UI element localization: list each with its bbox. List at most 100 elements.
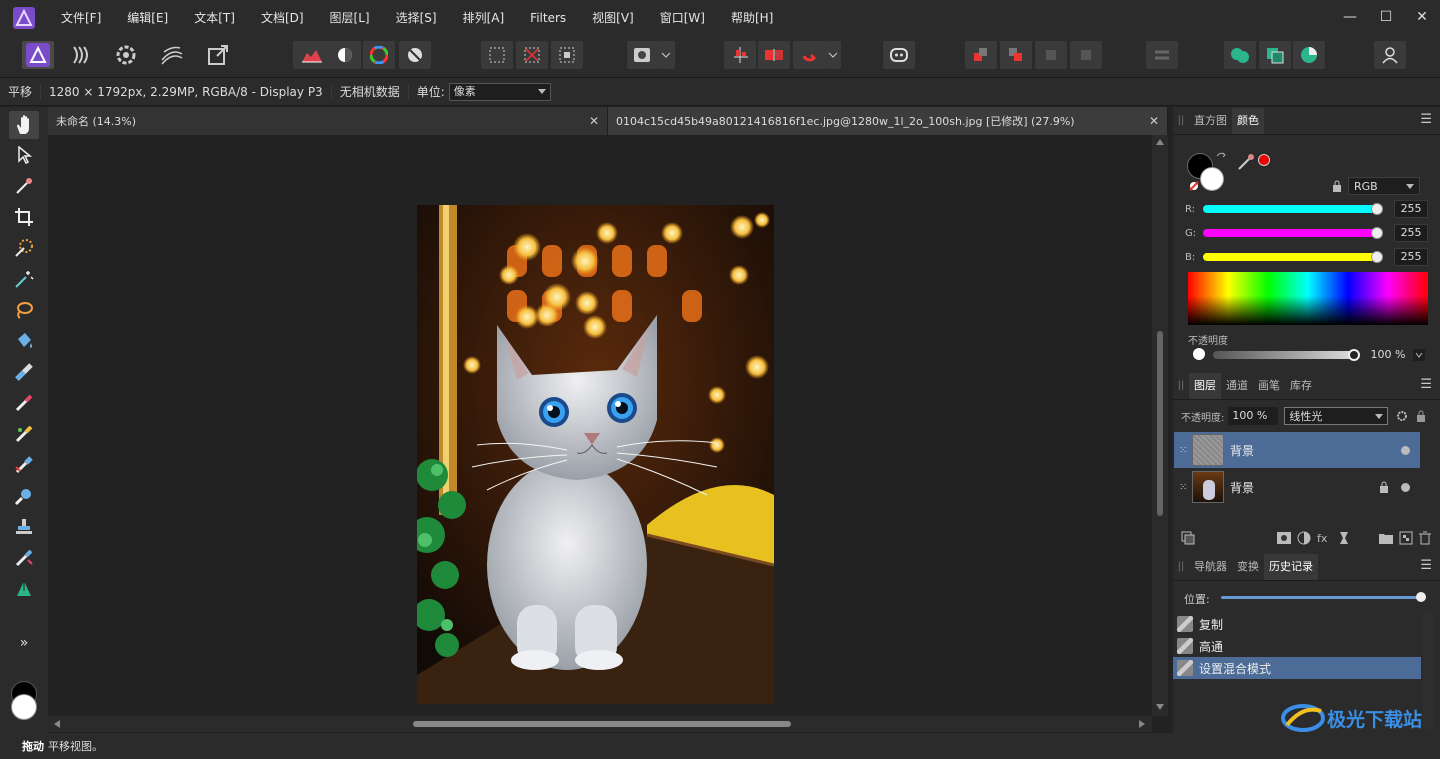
tab-channels[interactable]: 通道 <box>1221 373 1253 399</box>
auto-colors-icon[interactable] <box>363 41 395 69</box>
force-pixel-alignment-icon[interactable] <box>758 41 790 69</box>
deselect-icon[interactable] <box>516 41 548 69</box>
develop-persona-icon[interactable] <box>110 41 142 69</box>
blue-slider-knob[interactable] <box>1371 251 1384 263</box>
tab-brushes[interactable]: 画笔 <box>1253 373 1285 399</box>
opacity-slider-knob[interactable] <box>1348 349 1360 361</box>
auto-white-balance-icon[interactable] <box>399 41 431 69</box>
layer-visibility-toggle[interactable]: ⁙ <box>1179 482 1187 493</box>
vertical-scrollbar[interactable] <box>1152 135 1168 716</box>
add-mask-icon[interactable] <box>1277 532 1291 544</box>
freehand-selection-tool-icon[interactable] <box>9 296 39 324</box>
flood-select-tool-icon[interactable] <box>9 265 39 293</box>
zoom-tool-icon[interactable] <box>9 482 39 510</box>
document-image[interactable] <box>417 205 774 704</box>
layer-copy-icon[interactable] <box>1181 531 1195 545</box>
layer-opacity-value[interactable]: 100 % <box>1228 407 1279 425</box>
blend-mode-select[interactable]: 线性光 <box>1284 407 1389 425</box>
horizontal-scroll-thumb[interactable] <box>413 721 791 727</box>
layer-visibility-toggle[interactable]: ⁙ <box>1179 445 1187 456</box>
close-icon[interactable]: ✕ <box>589 114 599 128</box>
blue-slider[interactable] <box>1202 251 1384 263</box>
assistant-icon[interactable] <box>883 41 915 69</box>
account-icon[interactable] <box>1374 41 1406 69</box>
opacity-slider[interactable] <box>1213 349 1360 361</box>
erase-brush-tool-icon[interactable] <box>9 451 39 479</box>
layer-row-selected[interactable]: ⁙ 背景 <box>1174 432 1420 468</box>
tab-navigator[interactable]: 导航器 <box>1189 554 1232 580</box>
grip-icon[interactable]: || <box>1173 115 1189 126</box>
history-item[interactable]: 高通 <box>1173 635 1421 657</box>
chevron-down-icon[interactable] <box>1413 349 1425 361</box>
secondary-color-swatch[interactable] <box>11 694 37 720</box>
history-item-selected[interactable]: 设置混合模式 <box>1173 657 1421 679</box>
swap-colors-icon[interactable] <box>1215 151 1227 163</box>
add-group-icon[interactable] <box>1379 532 1393 544</box>
color-picker-tool-icon[interactable] <box>9 172 39 200</box>
picked-color-swatch[interactable] <box>1258 154 1270 166</box>
panel-menu-icon[interactable]: ☰ <box>1420 112 1432 127</box>
red-value-field[interactable]: 255 <box>1394 200 1428 218</box>
affinity-logo-icon[interactable] <box>0 0 48 36</box>
auto-contrast-icon[interactable] <box>329 41 361 69</box>
menu-document[interactable]: 文档[D] <box>248 0 317 36</box>
tab-stock[interactable]: 库存 <box>1285 373 1317 399</box>
quick-mask-dropdown-icon[interactable] <box>657 41 675 69</box>
layer-lock-icon[interactable] <box>1379 481 1389 493</box>
tone-mapping-persona-icon[interactable] <box>156 41 188 69</box>
scroll-right-icon[interactable] <box>1139 720 1145 728</box>
paint-brush-tool-icon[interactable] <box>9 389 39 417</box>
tab-histogram[interactable]: 直方图 <box>1189 108 1232 134</box>
arrange-back-icon[interactable] <box>965 41 997 69</box>
menu-text[interactable]: 文本[T] <box>181 0 248 36</box>
horizontal-scrollbar[interactable] <box>48 716 1152 732</box>
gradient-tool-icon[interactable] <box>9 358 39 386</box>
menu-select[interactable]: 选择[S] <box>383 0 450 36</box>
unit-select[interactable]: 像素 <box>448 82 551 101</box>
liquify-persona-icon[interactable] <box>66 41 98 69</box>
photo-persona-icon[interactable] <box>22 41 54 69</box>
hand-tool-icon[interactable] <box>9 111 39 139</box>
menu-edit[interactable]: 编辑[E] <box>114 0 181 36</box>
tab-kitten-image[interactable]: 0104c15cd45b49a80121416816f1ec.jpg@1280w… <box>608 107 1168 135</box>
more-tools-icon[interactable]: » <box>9 629 39 657</box>
invert-selection-icon[interactable] <box>551 41 583 69</box>
visibility-dot-icon[interactable] <box>1401 482 1410 492</box>
tab-untitled[interactable]: 未命名 (14.3%) ✕ <box>48 107 608 135</box>
history-slider-knob[interactable] <box>1416 592 1426 602</box>
adjustment-icon[interactable] <box>1297 531 1311 545</box>
no-color-icon[interactable] <box>1189 181 1199 191</box>
select-all-icon[interactable] <box>481 41 513 69</box>
panel-menu-icon[interactable]: ☰ <box>1420 558 1432 573</box>
live-filter-icon[interactable] <box>1337 531 1351 545</box>
menu-file[interactable]: 文件[F] <box>48 0 114 36</box>
menu-view[interactable]: 视图[V] <box>579 0 647 36</box>
opacity-value[interactable]: 100 % <box>1366 346 1410 364</box>
boolean-intersect-icon[interactable] <box>1293 41 1325 69</box>
quick-mask-icon[interactable] <box>627 41 657 69</box>
history-item[interactable]: 复制 <box>1173 613 1421 635</box>
arrange-forward-icon[interactable] <box>1000 41 1032 69</box>
color-spectrum[interactable] <box>1188 272 1428 325</box>
close-icon[interactable]: ✕ <box>1149 114 1159 128</box>
close-button[interactable]: ✕ <box>1404 0 1440 36</box>
menu-help[interactable]: 帮助[H] <box>718 0 786 36</box>
vertical-scroll-thumb[interactable] <box>1157 331 1163 516</box>
green-slider[interactable] <box>1202 227 1384 239</box>
grip-icon[interactable]: || <box>1173 380 1189 391</box>
red-slider[interactable] <box>1202 203 1384 215</box>
layer-row[interactable]: ⁙ 背景 <box>1174 469 1420 505</box>
selection-brush-tool-icon[interactable] <box>9 234 39 262</box>
menu-filters[interactable]: Filters <box>517 0 579 36</box>
retouch-brush-tool-icon[interactable] <box>9 544 39 572</box>
lock-icon[interactable] <box>1331 179 1343 193</box>
clone-brush-tool-icon[interactable] <box>9 513 39 541</box>
tab-transform[interactable]: 变换 <box>1232 554 1264 580</box>
red-slider-knob[interactable] <box>1371 203 1384 215</box>
boolean-subtract-icon[interactable] <box>1259 41 1291 69</box>
menu-window[interactable]: 窗口[W] <box>647 0 718 36</box>
snapping-dropdown-icon[interactable] <box>825 41 841 69</box>
pen-tool-icon[interactable] <box>9 575 39 603</box>
green-slider-knob[interactable] <box>1371 227 1384 239</box>
delete-layer-icon[interactable] <box>1419 531 1431 545</box>
